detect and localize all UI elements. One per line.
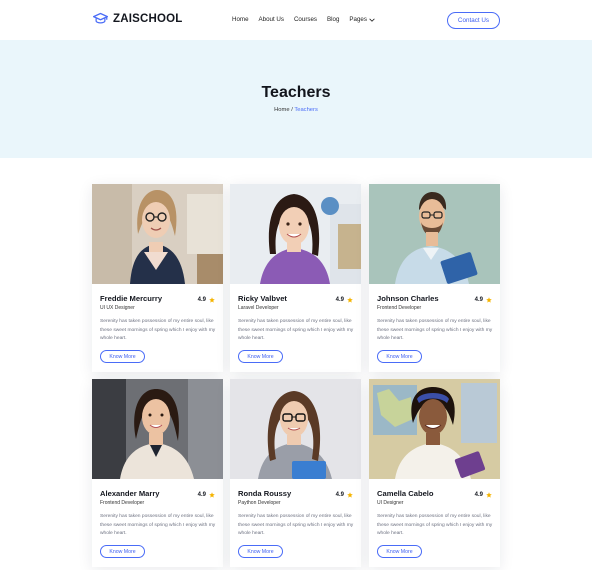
teacher-description: Serenity has taken possession of my enti…: [238, 514, 354, 537]
teacher-description: Serenity has taken possession of my enti…: [377, 319, 493, 342]
know-more-button[interactable]: Know More: [377, 545, 422, 558]
teacher-description: Serenity has taken possession of my enti…: [377, 514, 493, 537]
teacher-photo: [369, 379, 500, 479]
teacher-rating: 4.9: [475, 297, 492, 303]
teacher-role: Paython Developer: [238, 500, 281, 506]
teacher-card: Johnson Charles 4.9 Frontend Developer S…: [369, 184, 500, 372]
know-more-button[interactable]: Know More: [100, 545, 145, 558]
teacher-name: Johnson Charles: [377, 294, 439, 303]
rating-value: 4.9: [335, 492, 344, 498]
teacher-rating: 4.9: [336, 492, 353, 498]
teacher-photo: [369, 184, 500, 284]
site-header: ZAISCHOOL Home About Us Courses Blog Pag…: [0, 0, 592, 40]
teacher-card: Camella Cabelo 4.9 UI Designer Serenity …: [369, 379, 500, 567]
page-banner: Teachers Home / Teachers: [0, 40, 592, 158]
contact-us-button[interactable]: Contact Us: [447, 12, 500, 29]
know-more-button[interactable]: Know More: [238, 350, 283, 363]
nav-item-pages[interactable]: Pages: [349, 16, 375, 23]
teacher-description: Serenity has taken possession of my enti…: [100, 319, 216, 342]
nav-item-pages-label: Pages: [349, 16, 367, 23]
teacher-rating: 4.9: [475, 492, 492, 498]
teacher-photo: [92, 184, 223, 284]
page-title: Teachers: [261, 84, 331, 101]
teacher-description: Serenity has taken possession of my enti…: [238, 319, 354, 342]
teacher-photo: [230, 379, 361, 479]
know-more-button[interactable]: Know More: [100, 350, 145, 363]
teacher-card: Ronda Roussy 4.9 Paython Developer Seren…: [230, 379, 361, 567]
teacher-role: Frontend Developer: [377, 305, 422, 311]
star-icon: [486, 297, 492, 303]
star-icon: [347, 297, 353, 303]
teacher-role: UI Designer: [377, 500, 404, 506]
star-icon: [486, 492, 492, 498]
rating-value: 4.9: [197, 297, 206, 303]
teacher-name: Ronda Roussy: [238, 489, 292, 498]
brand-name: ZAISCHOOL: [113, 12, 183, 25]
teacher-name: Alexander Marry: [100, 489, 160, 498]
teacher-photo: [92, 379, 223, 479]
nav-item-courses[interactable]: Courses: [294, 16, 317, 23]
breadcrumb-current: Teachers: [294, 107, 318, 113]
teacher-card: Freddie Mercurry 4.9 UI UX Designer Sere…: [92, 184, 223, 372]
nav-item-about[interactable]: About Us: [259, 16, 284, 23]
graduation-cap-icon: [93, 12, 108, 24]
teacher-rating: 4.9: [198, 492, 215, 498]
chevron-down-icon: [369, 18, 375, 22]
breadcrumb: Home / Teachers: [0, 107, 592, 113]
know-more-button[interactable]: Know More: [377, 350, 422, 363]
teacher-name: Freddie Mercurry: [100, 294, 163, 303]
breadcrumb-home[interactable]: Home: [274, 107, 289, 113]
main-nav: Home About Us Courses Blog Pages: [232, 16, 375, 23]
teacher-rating: 4.9: [198, 297, 215, 303]
nav-item-blog[interactable]: Blog: [327, 16, 339, 23]
teacher-photo: [230, 184, 361, 284]
logo[interactable]: ZAISCHOOL: [93, 12, 183, 25]
teacher-card: Alexander Marry 4.9 Frontend Developer S…: [92, 379, 223, 567]
teacher-role: Laravel Developer: [238, 305, 279, 311]
teacher-name: Camella Cabelo: [377, 489, 434, 498]
teacher-description: Serenity has taken possession of my enti…: [100, 514, 216, 537]
star-icon: [347, 492, 353, 498]
star-icon: [209, 297, 215, 303]
teacher-rating: 4.9: [336, 297, 353, 303]
know-more-button[interactable]: Know More: [238, 545, 283, 558]
teacher-role: UI UX Designer: [100, 305, 135, 311]
teacher-name: Ricky Valbvet: [238, 294, 287, 303]
teacher-card: Ricky Valbvet 4.9 Laravel Developer Sere…: [230, 184, 361, 372]
teacher-role: Frontend Developer: [100, 500, 145, 506]
nav-item-home[interactable]: Home: [232, 16, 249, 23]
rating-value: 4.9: [474, 492, 483, 498]
rating-value: 4.9: [474, 297, 483, 303]
rating-value: 4.9: [335, 297, 344, 303]
rating-value: 4.9: [197, 492, 206, 498]
star-icon: [209, 492, 215, 498]
